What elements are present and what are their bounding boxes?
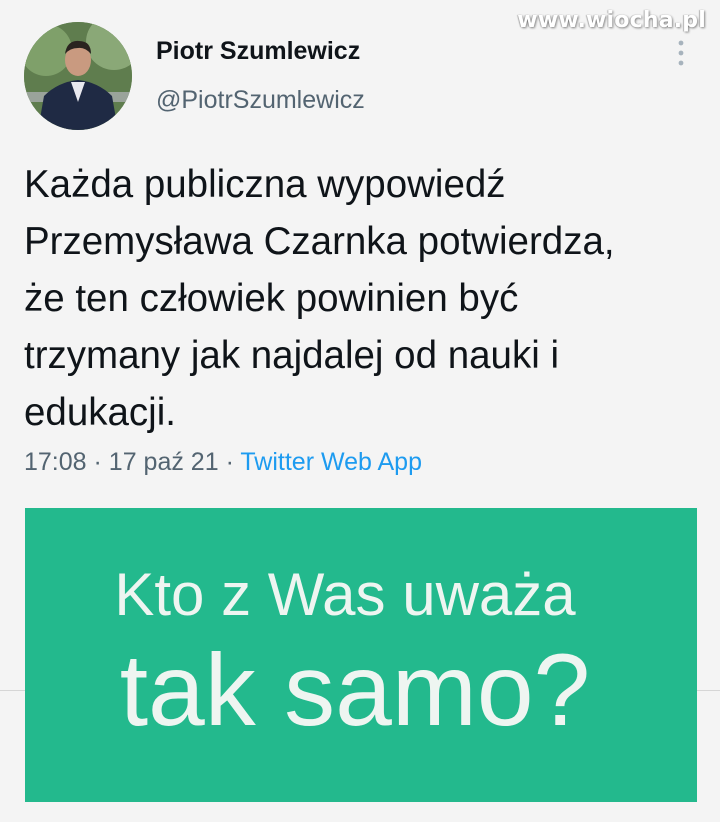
tweet-image-card[interactable]: Kto z Was uważa tak samo? — [25, 508, 697, 802]
tweet-time[interactable]: 17:08 — [24, 448, 87, 476]
tweet-line: Przemysława Czarnka potwierdza, — [24, 220, 615, 263]
tweet-source-link[interactable]: Twitter Web App — [240, 448, 422, 476]
author-handle[interactable]: @PiotrSzumlewicz — [156, 86, 365, 115]
tweet-line: trzymany jak najdalej od nauki i — [24, 334, 559, 377]
card-text-line1: Kto z Was uważa — [114, 561, 576, 628]
card-text-line2: tak samo? — [119, 633, 591, 747]
tweet-date[interactable]: 17 paź 21 — [109, 448, 219, 476]
more-vertical-icon[interactable] — [678, 40, 684, 66]
avatar[interactable] — [24, 22, 132, 130]
author-name[interactable]: Piotr Szumlewicz — [156, 37, 360, 66]
tweet-meta: 17:08 · 17 paź 21 · Twitter Web App — [24, 448, 422, 477]
tweet-text: Każda publiczna wypowiedź Przemysława Cz… — [24, 156, 714, 441]
watermark-text: www.wiocha.pl — [517, 8, 706, 33]
tweet-line: że ten człowiek powinien być — [24, 277, 519, 320]
tweet-line: edukacji. — [24, 391, 176, 434]
tweet-line: Każda publiczna wypowiedź — [24, 163, 506, 206]
divider — [697, 690, 720, 691]
meta-separator: · — [225, 448, 234, 476]
avatar-photo — [24, 22, 132, 130]
meta-separator: · — [93, 448, 102, 476]
